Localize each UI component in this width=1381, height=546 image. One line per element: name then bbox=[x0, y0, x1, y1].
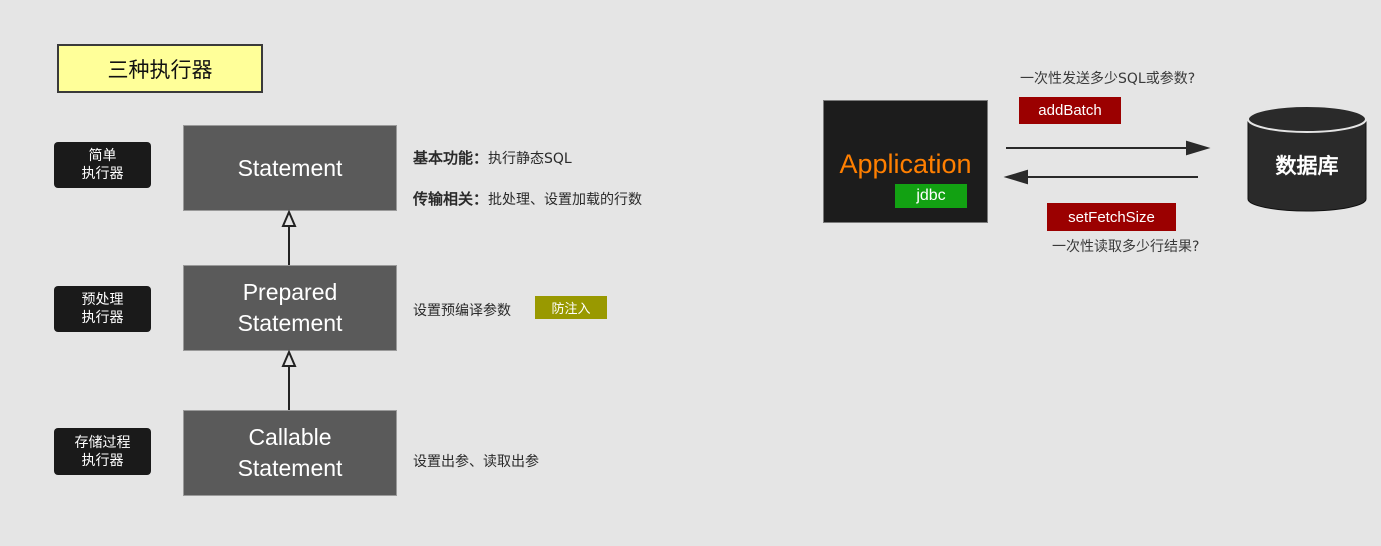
statement-basic-function: 基本功能：执行静态SQL bbox=[413, 147, 572, 168]
send-question: 一次性发送多少SQL或参数? bbox=[1020, 71, 1196, 87]
inheritance-arrow-callable-to-prepared bbox=[281, 349, 297, 410]
application-title: Application bbox=[839, 149, 972, 179]
receive-arrow bbox=[1003, 169, 1198, 185]
set-fetch-size-badge: setFetchSize bbox=[1047, 203, 1176, 231]
transfer-related-label: 传输相关： bbox=[413, 190, 489, 208]
callable-desc: 设置出参、读取出参 bbox=[413, 454, 539, 470]
send-arrow bbox=[1006, 140, 1211, 156]
statement-transfer-related: 传输相关：批处理、设置加载的行数 bbox=[413, 188, 642, 209]
prepared-desc: 设置预编译参数 bbox=[413, 303, 511, 319]
basic-function-text: 执行静态SQL bbox=[488, 151, 572, 167]
transfer-related-text: 批处理、设置加载的行数 bbox=[488, 192, 643, 208]
basic-function-label: 基本功能： bbox=[413, 149, 489, 167]
database-label: 数据库 bbox=[1275, 154, 1339, 178]
application-box: Application jdbc bbox=[823, 100, 988, 223]
jdbc-badge: jdbc bbox=[895, 184, 967, 208]
inheritance-arrow-prepared-to-statement bbox=[281, 209, 297, 265]
anti-injection-badge: 防注入 bbox=[535, 296, 607, 319]
read-question: 一次性读取多少行结果? bbox=[1052, 239, 1200, 255]
add-batch-badge: addBatch bbox=[1019, 97, 1121, 124]
